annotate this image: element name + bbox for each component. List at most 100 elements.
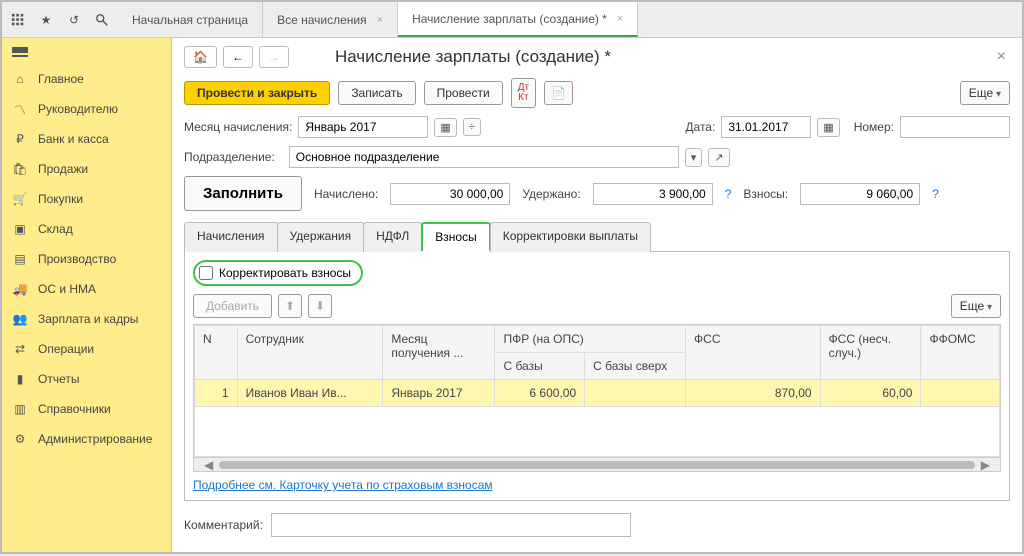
col-pfr-base: С базы [495,353,585,380]
print-button[interactable]: 📄 [544,81,573,105]
post-button[interactable]: Провести [424,81,503,105]
number-input[interactable] [900,116,1010,138]
tab-withholdings[interactable]: Удержания [277,222,365,252]
tab-contributions[interactable]: Взносы [421,222,490,252]
col-pfr-over: С базы сверх [585,353,686,380]
write-button[interactable]: Записать [338,81,415,105]
open-icon[interactable]: ↗ [708,148,729,167]
app-tab-current[interactable]: Начисление зарплаты (создание) *× [398,2,638,37]
back-button[interactable]: ← [223,46,253,68]
withheld-value: 3 900,00 [593,183,713,205]
accrued-value: 30 000,00 [390,183,510,205]
cell-pfr-base: 6 600,00 [495,380,585,407]
help-icon[interactable]: ? [932,187,939,201]
sidebar-item-salary[interactable]: 👥Зарплата и кадры [2,304,171,334]
dt-kt-button[interactable]: ДтКт [511,78,536,108]
sidebar-item-purchases[interactable]: 🛒Покупки [2,184,171,214]
apps-grid-icon[interactable] [8,10,28,30]
home-icon: ⌂ [12,71,28,87]
sidebar-item-assets[interactable]: 🚚ОС и НМА [2,274,171,304]
cart-icon: 🛒 [12,191,28,207]
correct-contrib-checkbox[interactable]: Корректировать взносы [193,260,363,286]
sidebar: ⌂Главное 〽Руководителю ₽Банк и касса 🛍Пр… [2,38,172,552]
history-icon[interactable]: ↺ [64,10,84,30]
sidebar-item-catalogs[interactable]: ▥Справочники [2,394,171,424]
fill-button[interactable]: Заполнить [184,176,302,211]
sidebar-item-warehouse[interactable]: ▣Склад [2,214,171,244]
dropdown-icon[interactable]: ▾ [685,148,703,167]
chart-icon: ▮ [12,371,28,387]
close-icon[interactable]: × [617,13,623,25]
sidebar-item-main[interactable]: ⌂Главное [2,64,171,94]
cell-employee: Иванов Иван Ив... [237,380,383,407]
app-tab-all[interactable]: Все начисления× [263,2,398,37]
boxes-icon: ▣ [12,221,28,237]
stepper-icon[interactable]: ÷ [463,118,481,136]
withheld-label: Удержано: [522,187,580,201]
col-fss-acc: ФСС (несч. случ.) [820,326,921,380]
col-fss: ФСС [686,326,821,380]
col-employee: Сотрудник [237,326,383,380]
comment-label: Комментарий: [184,518,263,532]
cell-pfr-over [585,380,686,407]
sidebar-item-operations[interactable]: ⇄Операции [2,334,171,364]
post-and-close-button[interactable]: Провести и закрыть [184,81,330,105]
cell-n: 1 [195,380,238,407]
month-label: Месяц начисления: [184,120,292,134]
sidebar-item-admin[interactable]: ⚙Администрирование [2,424,171,454]
move-up-button[interactable]: ⬆ [278,294,302,318]
sidebar-item-bank[interactable]: ₽Банк и касса [2,124,171,154]
bag-icon: 🛍 [12,161,28,177]
people-icon: 👥 [12,311,28,327]
sidebar-item-sales[interactable]: 🛍Продажи [2,154,171,184]
move-down-button[interactable]: ⬇ [308,294,332,318]
search-icon[interactable] [92,10,112,30]
contrib-table: N Сотрудник Месяц получения ... ПФР (на … [193,324,1001,472]
accrued-label: Начислено: [314,187,378,201]
comment-input[interactable] [271,513,631,537]
calendar-icon[interactable]: ▦ [434,118,456,137]
month-input[interactable] [298,116,428,138]
table-more-button[interactable]: Еще [951,294,1001,318]
cell-month: Январь 2017 [383,380,495,407]
footer-link[interactable]: Подробнее см. Карточку учета по страховы… [193,478,493,492]
add-button[interactable]: Добавить [193,294,272,318]
close-page-button[interactable]: × [993,48,1010,66]
col-ffoms: ФФОМС [921,326,1000,380]
close-icon[interactable]: × [377,14,383,26]
truck-icon: 🚚 [12,281,28,297]
sidebar-item-production[interactable]: ▤Производство [2,244,171,274]
sidebar-item-reports[interactable]: ▮Отчеты [2,364,171,394]
help-icon[interactable]: ? [725,187,732,201]
cell-fss: 870,00 [686,380,821,407]
more-button[interactable]: Еще [960,81,1010,105]
dept-label: Подразделение: [184,150,275,164]
forward-button[interactable]: → [259,46,289,68]
gear-icon: ⚙ [12,431,28,447]
contrib-value: 9 060,00 [800,183,920,205]
tab-ndfl[interactable]: НДФЛ [363,222,422,252]
col-month: Месяц получения ... [383,326,495,380]
sidebar-item-manager[interactable]: 〽Руководителю [2,94,171,124]
tab-corrections[interactable]: Корректировки выплаты [490,222,651,252]
date-picker-icon[interactable]: ▦ [817,118,839,137]
date-label: Дата: [685,120,715,134]
factory-icon: ▤ [12,251,28,267]
star-icon[interactable]: ★ [36,10,56,30]
menu-toggle-icon[interactable] [2,38,171,64]
table-row[interactable]: 1 Иванов Иван Ив... Январь 2017 6 600,00… [195,380,1000,407]
cell-ffoms [921,380,1000,407]
date-input[interactable] [721,116,811,138]
app-tab-home[interactable]: Начальная страница [118,2,263,37]
checkbox-label: Корректировать взносы [219,266,351,280]
col-pfr: ПФР (на ОПС) [495,326,686,353]
ops-icon: ⇄ [12,341,28,357]
home-button[interactable]: 🏠 [184,46,217,68]
tab-accruals[interactable]: Начисления [184,222,278,252]
dept-input[interactable] [289,146,679,168]
checkbox-icon[interactable] [199,266,213,280]
number-label: Номер: [854,120,894,134]
col-n: N [195,326,238,380]
ruble-icon: ₽ [12,131,28,147]
horizontal-scrollbar[interactable]: ◀▶ [194,457,1000,471]
